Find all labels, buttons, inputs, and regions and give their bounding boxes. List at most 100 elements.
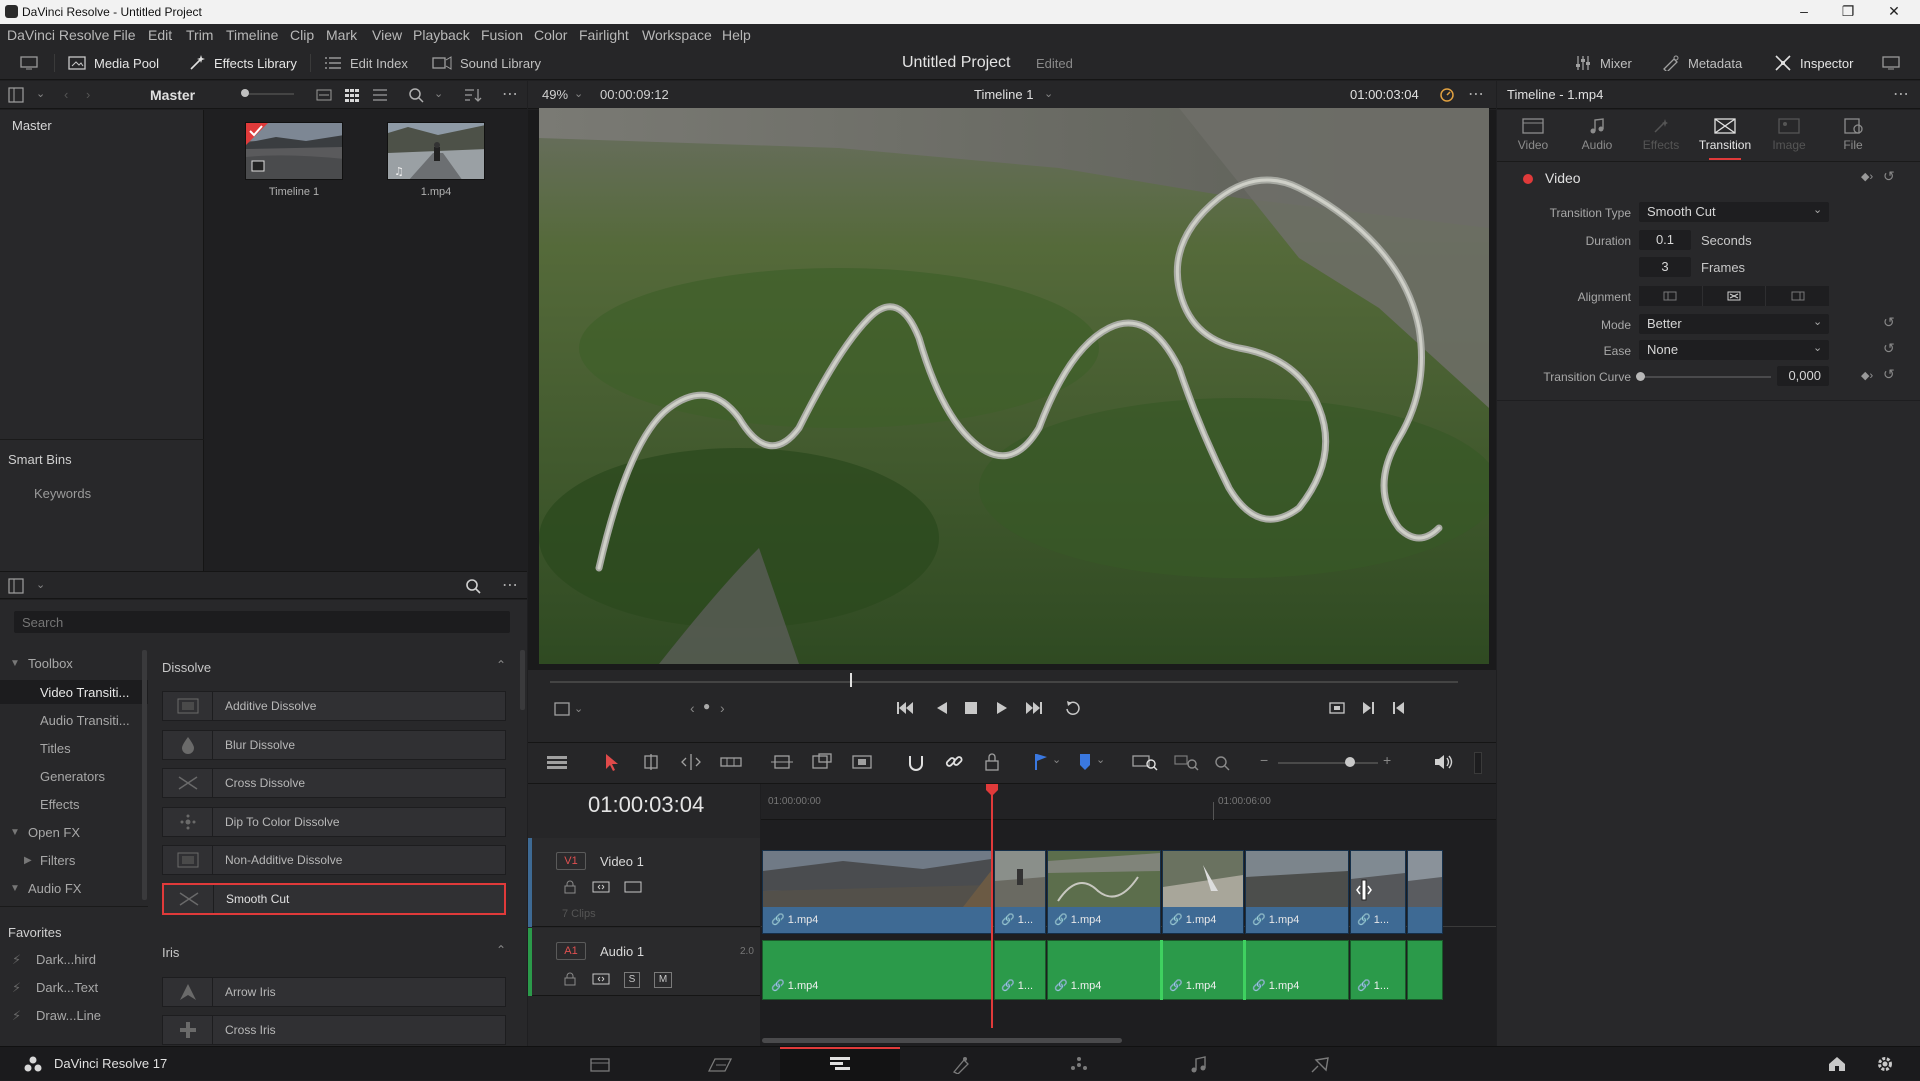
flag-icon[interactable] bbox=[1034, 753, 1048, 771]
duration-frames-input[interactable]: 3 bbox=[1639, 257, 1691, 277]
zoom-slider-handle[interactable] bbox=[1345, 757, 1355, 767]
track-id-v1[interactable]: V1 bbox=[556, 852, 586, 870]
skip-back-icon[interactable] bbox=[896, 701, 914, 715]
audio-clip[interactable]: 🔗 1... bbox=[994, 940, 1046, 1000]
video-clip[interactable]: 🔗 1... bbox=[994, 850, 1046, 934]
tree-audio-transitions[interactable]: Audio Transiti... bbox=[40, 713, 130, 728]
trim-mode-icon[interactable] bbox=[640, 753, 662, 771]
video-clip[interactable]: 🔗 1.mp4 bbox=[1245, 850, 1349, 934]
effect-cross-iris[interactable]: Cross Iris bbox=[162, 1015, 506, 1045]
effect-smooth-cut[interactable]: Smooth Cut bbox=[162, 883, 506, 915]
audio-clip[interactable]: 🔗 1.mp4 bbox=[1245, 940, 1349, 1000]
zoom-slider[interactable] bbox=[1278, 762, 1378, 764]
zoom-out-icon[interactable]: − bbox=[1260, 752, 1268, 768]
duration-seconds-input[interactable]: 0.1 bbox=[1639, 230, 1691, 250]
tree-generators[interactable]: Generators bbox=[40, 769, 105, 784]
zoom-in-icon[interactable]: + bbox=[1383, 752, 1391, 768]
auto-select-icon[interactable] bbox=[592, 973, 610, 985]
close-icon[interactable]: ✕ bbox=[1886, 3, 1902, 19]
edit-page-icon[interactable] bbox=[829, 1056, 851, 1072]
timeline-view-options-icon[interactable] bbox=[546, 755, 568, 771]
auto-select-icon[interactable] bbox=[592, 881, 610, 893]
effects-library-button[interactable]: Effects Library bbox=[188, 52, 297, 74]
reset-icon[interactable]: ↺ bbox=[1883, 340, 1895, 357]
jog-dot-icon[interactable]: ● bbox=[703, 699, 710, 713]
cut-page-icon[interactable] bbox=[708, 1057, 732, 1073]
chevron-down-icon[interactable]: ▼ bbox=[10, 883, 20, 894]
jog-right-icon[interactable]: › bbox=[720, 700, 725, 716]
sort-icon[interactable] bbox=[464, 87, 482, 103]
search-icon[interactable] bbox=[465, 578, 481, 594]
scrub-bar[interactable] bbox=[550, 681, 1458, 683]
transition-type-select[interactable]: Smooth Cut ⌄ bbox=[1639, 202, 1829, 222]
tab-transition[interactable]: Transition bbox=[1693, 118, 1757, 152]
master-bin[interactable]: Master bbox=[12, 118, 52, 133]
marker-icon[interactable] bbox=[1078, 753, 1092, 771]
back-icon[interactable]: ‹ bbox=[64, 87, 68, 102]
audio-clip[interactable]: 🔗 1... bbox=[1350, 940, 1406, 1000]
timeline-selector[interactable]: Timeline 1 bbox=[974, 87, 1033, 102]
panel-layout-icon[interactable] bbox=[8, 87, 24, 103]
clip-thumbnail-mp4[interactable]: ♫ bbox=[387, 122, 485, 180]
stop-icon[interactable] bbox=[965, 702, 977, 714]
mute-button[interactable]: M bbox=[654, 972, 672, 988]
chevron-up-icon[interactable]: ⌃ bbox=[496, 658, 506, 672]
inspector-button[interactable]: Inspector bbox=[1774, 52, 1853, 74]
video-clip[interactable] bbox=[1407, 850, 1443, 934]
chevron-down-icon[interactable]: ⌄ bbox=[434, 87, 443, 100]
track-enable-icon[interactable] bbox=[624, 881, 642, 893]
menu-timeline[interactable]: Timeline bbox=[226, 27, 278, 43]
transition-curve-slider[interactable] bbox=[1641, 376, 1771, 378]
tab-audio[interactable]: Audio bbox=[1565, 118, 1629, 152]
chevron-down-icon[interactable]: ⌄ bbox=[574, 87, 583, 100]
more-options-icon[interactable]: ⋯ bbox=[1468, 84, 1484, 104]
chevron-down-icon[interactable]: ⌄ bbox=[1096, 753, 1105, 766]
slider-handle[interactable] bbox=[241, 89, 249, 97]
more-options-icon[interactable]: ⋯ bbox=[1893, 84, 1909, 104]
next-edit-icon[interactable] bbox=[1362, 701, 1376, 715]
effect-blur-dissolve[interactable]: Blur Dissolve bbox=[162, 730, 506, 760]
tree-open-fx[interactable]: Open FX bbox=[28, 825, 80, 840]
tree-filters[interactable]: Filters bbox=[40, 853, 75, 868]
align-center-button[interactable] bbox=[1701, 286, 1767, 306]
match-frame-icon[interactable] bbox=[1328, 701, 1346, 715]
chevron-down-icon[interactable]: ⌄ bbox=[574, 702, 583, 715]
search-icon[interactable] bbox=[408, 87, 424, 103]
zoom-level[interactable]: 49% bbox=[542, 87, 568, 102]
menu-file[interactable]: File bbox=[113, 27, 136, 43]
effect-dip-to-color-dissolve[interactable]: Dip To Color Dissolve bbox=[162, 807, 506, 837]
menu-help[interactable]: Help bbox=[722, 27, 751, 43]
audio-clip[interactable]: 🔗 1.mp4 bbox=[1047, 940, 1161, 1000]
menu-clip[interactable]: Clip bbox=[290, 27, 314, 43]
audio-track-name[interactable]: Audio 1 bbox=[600, 944, 644, 959]
chevron-right-icon[interactable]: ▶ bbox=[24, 855, 32, 866]
blade-icon[interactable] bbox=[720, 753, 742, 771]
favorite-item[interactable]: Dark...hird bbox=[36, 952, 96, 967]
panel-layout-icon[interactable] bbox=[8, 578, 24, 594]
audio-clip[interactable]: 🔗 1.mp4 bbox=[1162, 940, 1244, 1000]
media-page-icon[interactable] bbox=[590, 1057, 610, 1073]
tab-video[interactable]: Video bbox=[1501, 118, 1565, 152]
mode-select[interactable]: Better ⌄ bbox=[1639, 314, 1829, 334]
clip-thumbnail-timeline[interactable] bbox=[245, 122, 343, 180]
chevron-down-icon[interactable]: ▼ bbox=[10, 658, 20, 669]
timeline-playhead[interactable] bbox=[991, 784, 993, 1028]
effect-arrow-iris[interactable]: Arrow Iris bbox=[162, 977, 506, 1007]
fullscreen-toggle-icon[interactable] bbox=[1882, 52, 1900, 74]
color-page-icon[interactable] bbox=[1070, 1056, 1088, 1074]
align-end-button[interactable] bbox=[1766, 286, 1829, 306]
chevron-down-icon[interactable]: ⌄ bbox=[36, 578, 45, 591]
tab-image[interactable]: Image bbox=[1757, 118, 1821, 152]
more-options-icon[interactable]: ⋯ bbox=[502, 575, 518, 595]
chevron-up-icon[interactable]: ⌃ bbox=[496, 943, 506, 957]
scrub-playhead[interactable] bbox=[849, 673, 852, 687]
list-scrollbar[interactable] bbox=[520, 650, 525, 710]
lock-icon[interactable] bbox=[984, 752, 1000, 772]
previous-edit-icon[interactable] bbox=[1392, 701, 1406, 715]
selection-arrow-icon[interactable] bbox=[604, 753, 620, 771]
link-icon[interactable] bbox=[944, 752, 964, 772]
audio-clip[interactable] bbox=[1407, 940, 1443, 1000]
tree-audio-fx[interactable]: Audio FX bbox=[28, 881, 81, 896]
lock-icon[interactable] bbox=[564, 880, 576, 894]
sync-icon[interactable] bbox=[1438, 86, 1456, 104]
